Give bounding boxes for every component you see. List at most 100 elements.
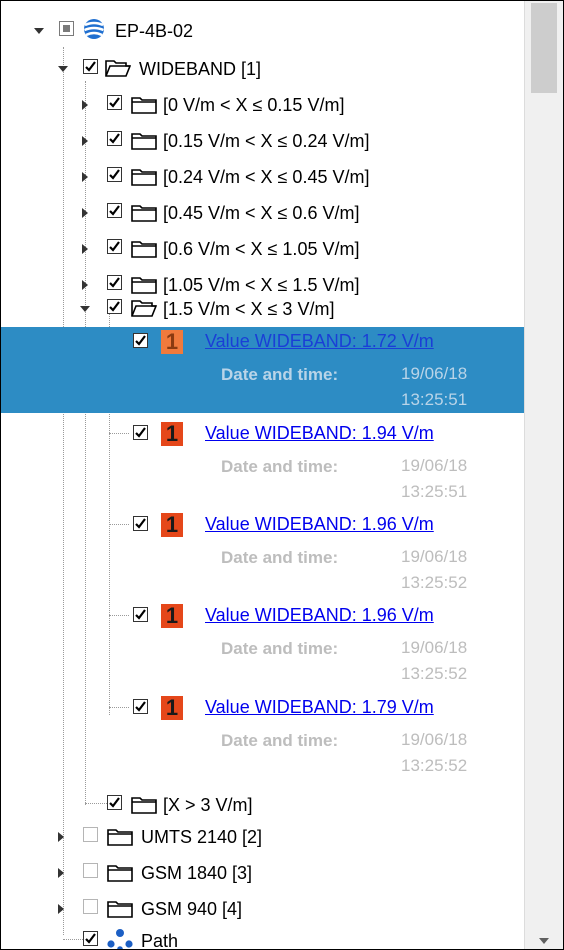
measurement-date: 19/06/18: [401, 456, 468, 475]
tree-view[interactable]: EP-4B-02 WIDEBAND [1] [0 V/m < X ≤ 0.15 …: [1, 1, 525, 949]
expand-right-icon[interactable]: [79, 99, 91, 111]
range-label: [0.15 V/m < X ≤ 0.24 V/m]: [163, 131, 370, 151]
measurement-value-link[interactable]: Value WIDEBAND: 1.72 V/m: [205, 330, 434, 352]
folder-icon: [131, 131, 157, 151]
folder-icon: [107, 827, 133, 847]
path-label: Path: [141, 931, 179, 949]
checkbox[interactable]: [107, 795, 122, 810]
tree-node-band[interactable]: GSM 1840 [3]: [1, 857, 525, 889]
expand-right-icon[interactable]: [79, 135, 91, 147]
measurement-badge: 1: [161, 330, 183, 354]
tree-node-band[interactable]: UMTS 2140 [2]: [1, 821, 525, 853]
scroll-down-button[interactable]: [525, 927, 563, 949]
checkbox[interactable]: [107, 131, 122, 146]
checkbox[interactable]: [107, 239, 122, 254]
tree-node-range[interactable]: [X > 3 V/m]: [1, 789, 525, 821]
measurement-time: 13:25:52: [401, 664, 468, 683]
tree-view-window: EP-4B-02 WIDEBAND [1] [0 V/m < X ≤ 0.15 …: [0, 0, 564, 950]
tree-node-root[interactable]: EP-4B-02: [1, 15, 525, 47]
measurement-value-link[interactable]: Value WIDEBAND: 1.96 V/m: [205, 513, 434, 535]
expand-right-icon[interactable]: [79, 243, 91, 255]
date-time-label: Date and time:: [221, 548, 339, 567]
measurement-item[interactable]: 1 Value WIDEBAND: 1.96 V/m Date and time…: [1, 510, 525, 596]
expand-down-icon[interactable]: [57, 63, 69, 75]
checkbox[interactable]: [107, 203, 122, 218]
folder-icon: [107, 899, 133, 919]
checkbox[interactable]: [107, 95, 122, 110]
measurement-item-selected[interactable]: 1 Value WIDEBAND: 1.72 V/m Date and time…: [1, 327, 525, 413]
tree-node-range[interactable]: [0.45 V/m < X ≤ 0.6 V/m]: [1, 197, 525, 229]
path-nodes-icon: [107, 928, 133, 949]
measurement-value-link[interactable]: Value WIDEBAND: 1.96 V/m: [205, 604, 434, 626]
checkbox[interactable]: [83, 827, 98, 842]
root-label: EP-4B-02: [115, 21, 194, 41]
checkbox[interactable]: [107, 275, 122, 290]
band-label: GSM 1840 [3]: [141, 863, 253, 883]
folder-icon: [107, 863, 133, 883]
date-time-label: Date and time:: [221, 731, 339, 750]
checkbox[interactable]: [83, 899, 98, 914]
expand-right-icon[interactable]: [79, 207, 91, 219]
measurement-badge: 1: [161, 604, 183, 628]
checkbox[interactable]: [133, 607, 148, 622]
checkbox[interactable]: [107, 299, 122, 314]
measurement-badge: 1: [161, 513, 183, 537]
measurement-value-link[interactable]: Value WIDEBAND: 1.94 V/m: [205, 422, 434, 444]
measurement-date: 19/06/18: [401, 364, 468, 383]
folder-icon: [131, 95, 157, 115]
range-label: [0.45 V/m < X ≤ 0.6 V/m]: [163, 203, 360, 223]
checkbox[interactable]: [133, 425, 148, 440]
folder-open-icon: [105, 58, 131, 78]
checkbox[interactable]: [133, 516, 148, 531]
expand-right-icon[interactable]: [55, 831, 67, 843]
folder-icon: [131, 795, 157, 815]
expand-down-icon[interactable]: [33, 25, 45, 37]
tree-node-range[interactable]: [0 V/m < X ≤ 0.15 V/m]: [1, 89, 525, 121]
globe-icon: [83, 18, 105, 40]
tree-node-range[interactable]: [0.15 V/m < X ≤ 0.24 V/m]: [1, 125, 525, 157]
tree-node-band[interactable]: GSM 940 [4]: [1, 893, 525, 925]
measurement-badge: 1: [161, 696, 183, 720]
expand-right-icon[interactable]: [79, 279, 91, 291]
expand-right-icon[interactable]: [55, 903, 67, 915]
measurement-time: 13:25:51: [401, 482, 468, 501]
scrollbar-thumb[interactable]: [531, 3, 557, 93]
tree-node-wideband[interactable]: WIDEBAND [1]: [1, 53, 525, 85]
expand-down-icon[interactable]: [79, 303, 91, 315]
expand-right-icon[interactable]: [79, 171, 91, 183]
range-label: [1.5 V/m < X ≤ 3 V/m]: [163, 299, 335, 319]
folder-open-icon: [131, 298, 157, 318]
arrow-down-icon: [538, 933, 550, 949]
range-label: [0 V/m < X ≤ 0.15 V/m]: [163, 95, 345, 115]
measurement-date: 19/06/18: [401, 730, 468, 749]
checkbox[interactable]: [83, 59, 98, 74]
tree-node-range[interactable]: [0.24 V/m < X ≤ 0.45 V/m]: [1, 161, 525, 193]
measurement-item[interactable]: 1 Value WIDEBAND: 1.79 V/m Date and time…: [1, 693, 525, 779]
wideband-label: WIDEBAND [1]: [139, 59, 262, 79]
checkbox[interactable]: [83, 931, 98, 946]
measurement-time: 13:25:51: [401, 390, 468, 409]
checkbox[interactable]: [133, 699, 148, 714]
vertical-scrollbar[interactable]: [524, 1, 563, 949]
range-label: [X > 3 V/m]: [163, 795, 253, 815]
folder-icon: [131, 275, 157, 295]
measurement-date: 19/06/18: [401, 638, 468, 657]
folder-icon: [131, 239, 157, 259]
expand-right-icon[interactable]: [55, 867, 67, 879]
date-time-label: Date and time:: [221, 639, 339, 658]
checkbox[interactable]: [83, 863, 98, 878]
measurement-item[interactable]: 1 Value WIDEBAND: 1.94 V/m Date and time…: [1, 419, 525, 505]
band-label: GSM 940 [4]: [141, 899, 243, 919]
measurement-value-link[interactable]: Value WIDEBAND: 1.79 V/m: [205, 696, 434, 718]
tree-node-path[interactable]: Path: [1, 925, 525, 949]
measurement-date: 19/06/18: [401, 547, 468, 566]
tristate-checkbox[interactable]: [59, 21, 74, 36]
measurement-item[interactable]: 1 Value WIDEBAND: 1.96 V/m Date and time…: [1, 601, 525, 687]
tree-node-range-expanded[interactable]: [1.5 V/m < X ≤ 3 V/m]: [1, 293, 525, 325]
tree-node-range[interactable]: [0.6 V/m < X ≤ 1.05 V/m]: [1, 233, 525, 265]
measurement-time: 13:25:52: [401, 756, 468, 775]
measurement-badge: 1: [161, 422, 183, 446]
checkbox[interactable]: [107, 167, 122, 182]
folder-icon: [131, 203, 157, 223]
checkbox[interactable]: [133, 333, 148, 348]
